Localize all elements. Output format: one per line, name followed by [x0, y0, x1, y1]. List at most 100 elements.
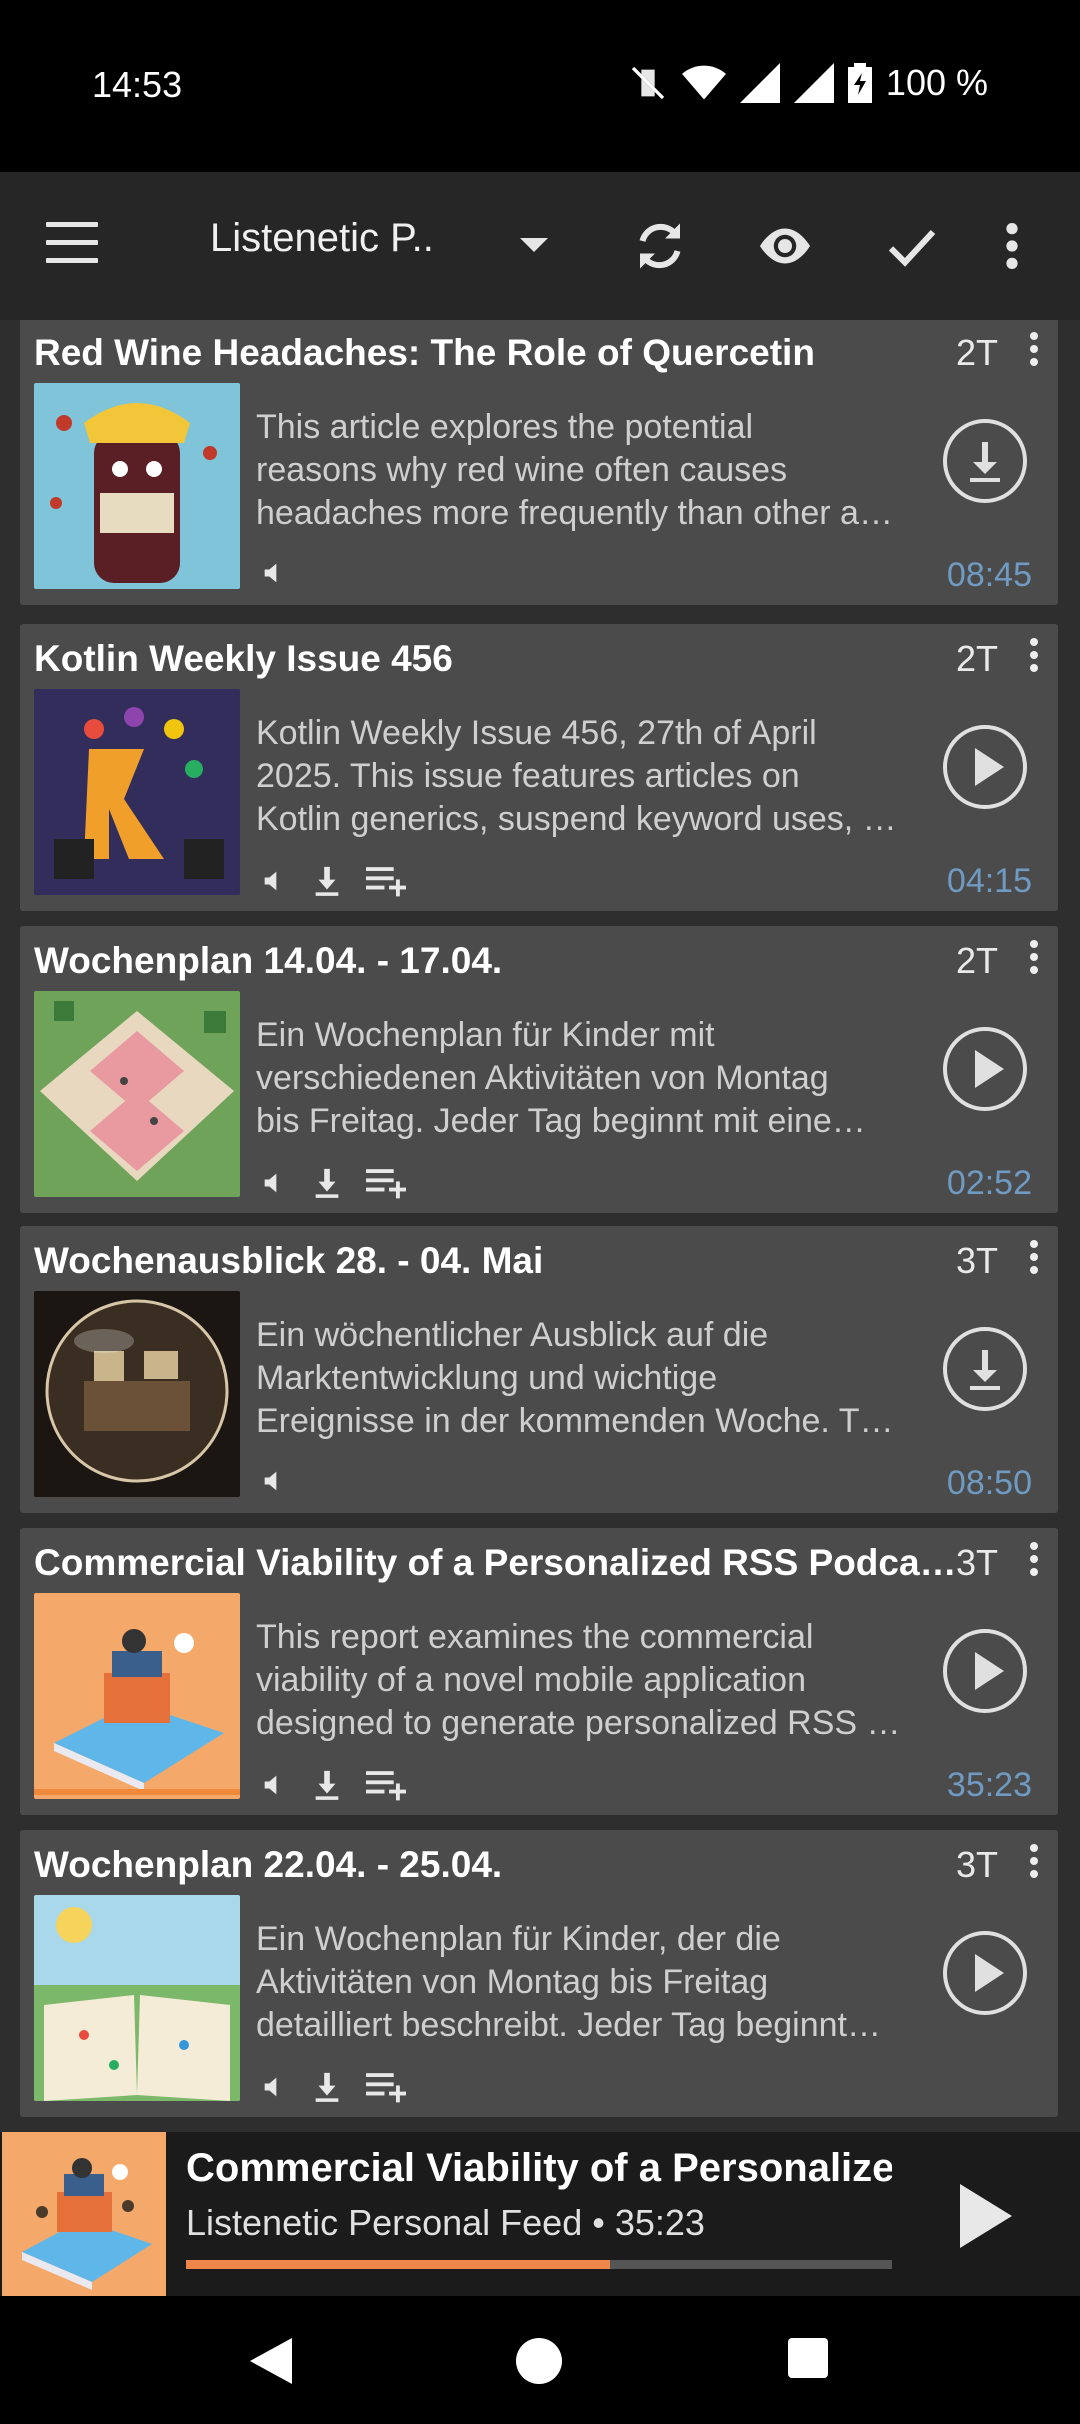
episode-title: Wochenausblick 28. - 04. Mai [34, 1240, 544, 1281]
signal-icon [739, 63, 780, 103]
more-options-icon[interactable] [1030, 1240, 1040, 1280]
back-icon[interactable] [248, 2336, 294, 2386]
speaker-icon [260, 2072, 288, 2107]
episode-cover[interactable] [34, 383, 240, 589]
status-bar: 14:53 100 % [0, 0, 1080, 172]
more-options-icon[interactable] [1030, 1542, 1040, 1582]
episode-description-line: Ein Wochenplan für Kinder mit [256, 1016, 715, 1054]
play-button[interactable] [942, 1628, 1028, 1714]
episode-description-line: reasons why red wine often causes [256, 451, 788, 489]
menu-icon[interactable] [46, 222, 98, 270]
play-icon[interactable] [960, 2184, 1012, 2248]
downloaded-icon [310, 1166, 344, 1205]
vibrate-off-icon [631, 66, 665, 100]
episode-cover[interactable] [34, 689, 240, 895]
episode-description-line: Ein Wochenplan für Kinder, der die [256, 1920, 781, 1958]
status-time: 14:53 [92, 64, 183, 105]
system-nav-bar [0, 2296, 1080, 2424]
episode-age: 3T [956, 1542, 999, 1583]
episode-age: 3T [956, 1240, 999, 1281]
more-options-icon[interactable] [1030, 332, 1040, 372]
more-options-icon[interactable] [1030, 1844, 1040, 1884]
play-button[interactable] [942, 724, 1028, 810]
episode-description-line: Aktivitäten von Montag bis Freitag [256, 1963, 769, 2001]
mini-player[interactable]: Commercial Viability of a Personalize Li… [0, 2132, 1080, 2296]
playlist-icon [366, 2070, 406, 2109]
episode-card[interactable]: Kotlin Weekly Issue 456 2T Kotlin Weekly… [20, 624, 1058, 911]
episode-cover[interactable] [34, 991, 240, 1197]
player-title: Commercial Viability of a Personalize [186, 2146, 892, 2190]
episode-status-icons [260, 864, 406, 903]
episode-duration: 02:52 [946, 1164, 1032, 1202]
episode-description: Ein wöchentlicher Ausblick auf die Markte… [256, 1314, 936, 1443]
episode-title: Commercial Viability of a Personalized R… [34, 1542, 957, 1583]
episode-status-icons [260, 558, 288, 593]
episode-list[interactable]: Red Wine Headaches: The Role of Querceti… [0, 320, 1080, 2132]
episode-card[interactable]: Red Wine Headaches: The Role of Querceti… [20, 320, 1058, 605]
episode-status-icons [260, 1466, 288, 1501]
player-progress [186, 2260, 892, 2269]
playlist-icon [366, 1768, 406, 1807]
episode-description-line: This report examines the commercial [256, 1618, 814, 1656]
episode-title: Kotlin Weekly Issue 456 [34, 638, 453, 679]
episode-duration: 08:50 [946, 1464, 1032, 1502]
episode-description-line: Ereignisse in der kommenden Woche. T… [256, 1402, 894, 1440]
battery-icon [847, 63, 872, 103]
episode-description-line: viability of a novel mobile application [256, 1661, 806, 1699]
download-button[interactable] [942, 1326, 1028, 1412]
speaker-icon [260, 1466, 288, 1501]
recents-icon[interactable] [788, 2338, 828, 2378]
speaker-icon [260, 558, 288, 593]
signal-icon-2 [793, 63, 834, 103]
episode-description-line: detailliert beschreibt. Jeder Tag beginn… [256, 2006, 881, 2044]
wifi-icon [681, 65, 726, 100]
episode-title: Wochenplan 22.04. - 25.04. [34, 1844, 503, 1885]
more-options-icon[interactable] [1030, 638, 1040, 678]
player-cover[interactable] [2, 2132, 166, 2296]
episode-description: Ein Wochenplan für Kinder, der die Aktivi… [256, 1918, 936, 2047]
episode-description-line: Kotlin Weekly Issue 456, 27th of April [256, 714, 817, 752]
episode-description: Ein Wochenplan für Kinder mit verschieden… [256, 1014, 936, 1143]
speaker-icon [260, 866, 288, 901]
more-options-icon[interactable] [1030, 940, 1040, 980]
episode-cover[interactable] [34, 1593, 240, 1799]
episode-title: Red Wine Headaches: The Role of Querceti… [34, 332, 815, 373]
episode-card[interactable]: Commercial Viability of a Personalized R… [20, 1528, 1058, 1815]
dropdown-icon[interactable] [520, 238, 548, 252]
episode-description-line: Ein wöchentlicher Ausblick auf die [256, 1316, 769, 1354]
episode-cover[interactable] [34, 1895, 240, 2101]
feed-title[interactable]: Listenetic P.. [210, 216, 434, 261]
refresh-icon[interactable] [630, 216, 690, 276]
episode-title: Wochenplan 14.04. - 17.04. [34, 940, 503, 981]
episode-duration: 35:23 [946, 1766, 1032, 1804]
episode-description-line: 2025. This issue features articles on [256, 757, 800, 795]
overflow-icon[interactable] [992, 216, 1032, 276]
downloaded-icon [310, 2070, 344, 2109]
episode-description: This article explores the potential reaso… [256, 406, 936, 535]
episode-age: 2T [956, 638, 999, 679]
speaker-icon [260, 1770, 288, 1805]
home-icon[interactable] [516, 2338, 562, 2384]
downloaded-icon [310, 864, 344, 903]
play-button[interactable] [942, 1026, 1028, 1112]
eye-icon[interactable] [755, 216, 815, 276]
download-button[interactable] [942, 418, 1028, 504]
episode-description-line: Marktentwicklung und wichtige [256, 1359, 718, 1397]
player-progress-fill [186, 2260, 610, 2269]
play-button[interactable] [942, 1930, 1028, 2016]
episode-card[interactable]: Wochenplan 22.04. - 25.04. 3T Ein Wochen… [20, 1830, 1058, 2117]
episode-duration: 04:15 [946, 862, 1032, 900]
playlist-icon [366, 1166, 406, 1205]
episode-cover[interactable] [34, 1291, 240, 1497]
episode-card[interactable]: Wochenausblick 28. - 04. Mai 3T Ein wöch… [20, 1226, 1058, 1513]
episode-description-line: headaches more frequently than other a… [256, 494, 893, 532]
playlist-icon [366, 864, 406, 903]
episode-status-icons [260, 1166, 406, 1205]
episode-description-line: Kotlin generics, suspend keyword uses, … [256, 800, 897, 838]
episode-age: 2T [956, 940, 999, 981]
check-icon[interactable] [882, 216, 942, 276]
episode-card[interactable]: Wochenplan 14.04. - 17.04. 2T Ein Wochen… [20, 926, 1058, 1213]
episode-description-line: designed to generate personalized RSS … [256, 1704, 901, 1742]
player-subtitle: Listenetic Personal Feed • 35:23 [186, 2202, 705, 2243]
status-icons: 100 % [628, 62, 988, 104]
